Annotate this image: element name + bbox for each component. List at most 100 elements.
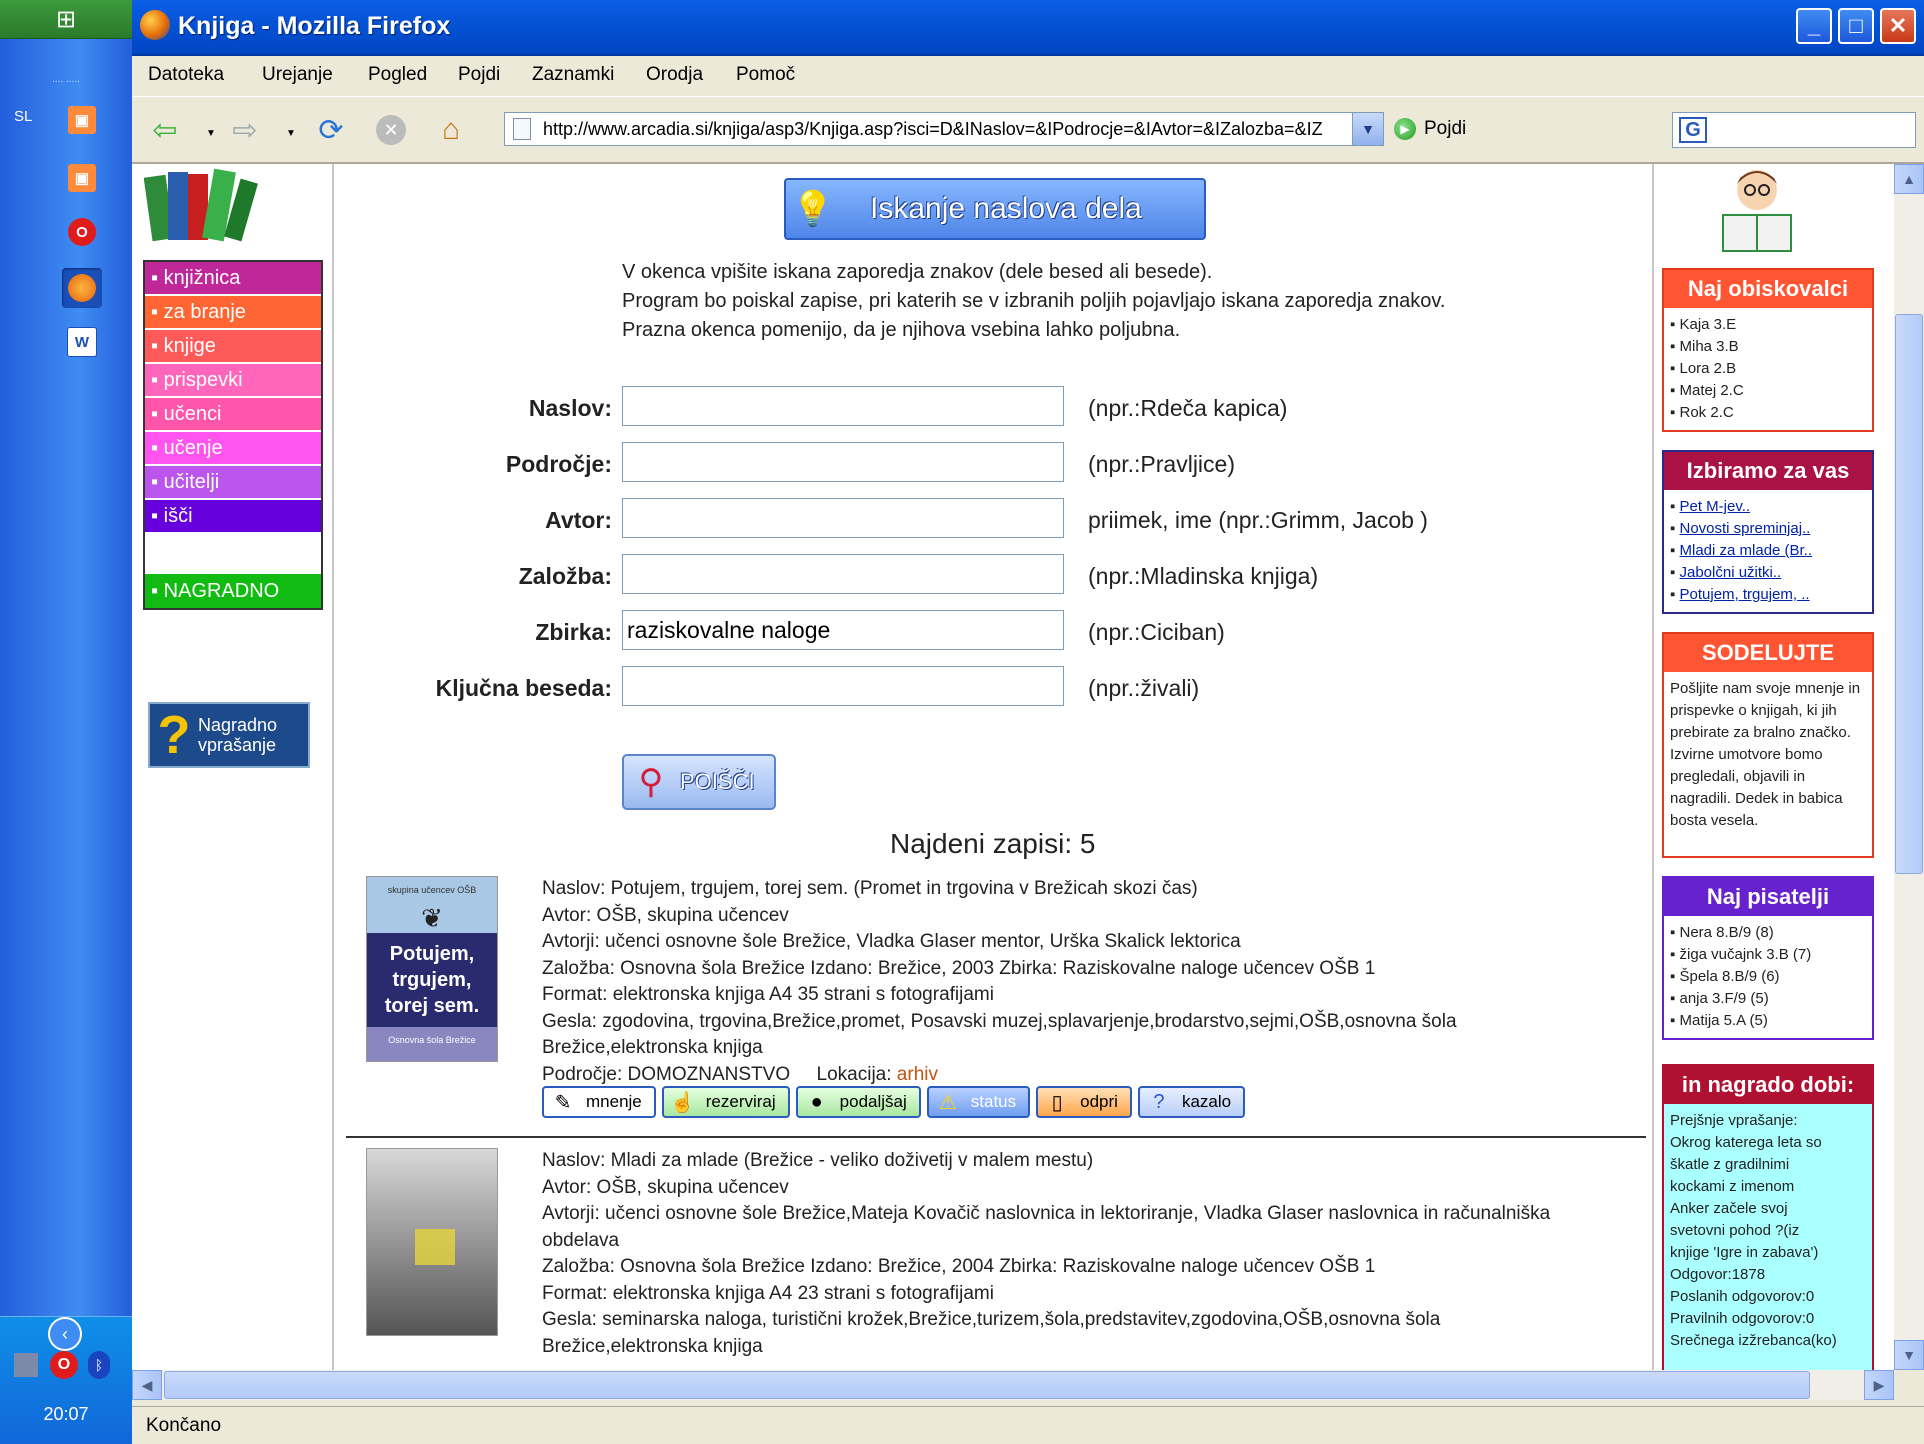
bluetooth-icon[interactable]: ᛒ: [88, 1351, 110, 1379]
avtor-input[interactable]: [622, 498, 1064, 538]
scroll-right-icon[interactable]: ▶: [1864, 1370, 1894, 1400]
horizontal-scroll-thumb[interactable]: [164, 1371, 1810, 1399]
question-icon: ?: [157, 705, 191, 765]
close-button[interactable]: ✕: [1880, 8, 1916, 44]
odpri-label: odpri: [1080, 1092, 1118, 1111]
kazalo-label: kazalo: [1181, 1092, 1232, 1111]
menu-file[interactable]: Datoteka: [148, 64, 224, 86]
menu-bookmarks[interactable]: Zaznamki: [532, 64, 614, 86]
writer-item: ▪ Špela 8.B/9 (6): [1670, 968, 1780, 985]
top-visitors-box: Naj obiskovalci ▪ Kaja 3.E ▪ Miha 3.B ▪ …: [1662, 268, 1874, 432]
search-button[interactable]: ⚲ POIŠČI: [622, 754, 776, 810]
help-icon: ?: [1153, 1090, 1165, 1113]
prize-question-badge[interactable]: ? Nagradno vprašanje: [148, 702, 310, 768]
nav-knjiznica[interactable]: ▪ knjižnica: [145, 262, 321, 296]
nav-isci[interactable]: ▪ išči: [145, 500, 321, 534]
taskbar-button-firefox[interactable]: [62, 268, 102, 308]
kljucna-beseda-input[interactable]: [622, 666, 1064, 706]
pick-link[interactable]: Novosti spreminjaj..: [1680, 520, 1811, 537]
nav-nagradno[interactable]: ▪ NAGRADNO: [145, 574, 321, 608]
zalozba-input[interactable]: [622, 554, 1064, 594]
navigation-toolbar: ⇦ ▼ ⇨ ▼ ⟳ ✕ ⌂ http://www.arcadia.si/knji…: [132, 98, 1924, 164]
field-hint: priimek, ime (npr.:Grimm, Jacob ): [1088, 507, 1428, 533]
field-zbirka: Zbirka: (npr.:Ciciban): [342, 610, 1342, 650]
reload-button[interactable]: ⟳: [310, 110, 352, 150]
minimize-button[interactable]: _: [1796, 8, 1832, 44]
taskbar-button-powerpoint-1[interactable]: ▣: [62, 100, 102, 140]
record-authors-cont: obdelava: [542, 1229, 620, 1251]
box-title: SODELUJTE: [1664, 634, 1872, 672]
nav-ucenci[interactable]: ▪ učenci: [145, 398, 321, 432]
scroll-down-icon[interactable]: ▼: [1894, 1340, 1924, 1370]
back-dropdown-icon[interactable]: ▼: [206, 128, 216, 139]
menu-edit[interactable]: Urejanje: [262, 64, 333, 86]
hand-icon: ☝: [670, 1091, 696, 1114]
book-cover[interactable]: skupina učencev OŠB ❦ Potujem, trgujem, …: [366, 876, 498, 1062]
network-icon[interactable]: [14, 1353, 38, 1377]
go-button[interactable]: ▶ Pojdi: [1394, 114, 1466, 144]
menu-view[interactable]: Pogled: [368, 64, 427, 86]
vertical-scroll-thumb[interactable]: [1895, 314, 1923, 874]
rezerviraj-button[interactable]: ☝ rezerviraj: [661, 1086, 790, 1118]
menu-help[interactable]: Pomoč: [736, 64, 795, 86]
pick-link[interactable]: Mladi za mlade (Br..: [1680, 542, 1813, 559]
mnenje-button[interactable]: ✎ mnenje: [542, 1086, 656, 1118]
address-bar[interactable]: http://www.arcadia.si/knjiga/asp3/Knjiga…: [504, 112, 1384, 146]
back-button[interactable]: ⇦: [144, 110, 186, 150]
address-dropdown-icon[interactable]: ▼: [1352, 113, 1383, 145]
nav-knjige[interactable]: ▪ knjige: [145, 330, 321, 364]
kazalo-button[interactable]: ? kazalo: [1137, 1086, 1246, 1118]
menu-go[interactable]: Pojdi: [458, 64, 500, 86]
stop-button[interactable]: ✕: [370, 110, 412, 150]
field-label: Založba:: [518, 563, 612, 589]
menu-tools[interactable]: Orodja: [646, 64, 703, 86]
naslov-input[interactable]: [622, 386, 1064, 426]
prize-line: Pravilnih odgovorov:0: [1670, 1310, 1815, 1327]
record-separator: [346, 1136, 1646, 1138]
taskbar-button-opera[interactable]: O: [62, 212, 102, 252]
maximize-button[interactable]: □: [1838, 8, 1874, 44]
window-title: Knjiga - Mozilla Firefox: [178, 12, 451, 40]
tray-expand-icon[interactable]: ‹: [48, 1317, 82, 1351]
nav-prispevki[interactable]: ▪ prispevki: [145, 364, 321, 398]
pick-link[interactable]: Potujem, trgujem, ..: [1680, 586, 1810, 603]
pick-link[interactable]: Jabolčni užitki..: [1680, 564, 1782, 581]
language-indicator[interactable]: SL: [14, 108, 32, 125]
taskbar-button-powerpoint-2[interactable]: ▣: [62, 158, 102, 198]
visitor-item: ▪ Kaja 3.E: [1670, 316, 1737, 333]
field-avtor: Avtor: priimek, ime (npr.:Grimm, Jacob ): [342, 498, 1428, 538]
home-button[interactable]: ⌂: [430, 110, 472, 150]
clock[interactable]: 20:07: [0, 1404, 132, 1425]
podrocje-input[interactable]: [622, 442, 1064, 482]
address-text[interactable]: http://www.arcadia.si/knjiga/asp3/Knjiga…: [543, 119, 1323, 140]
cover-bottom-text: Osnovna šola Brežice: [388, 1035, 476, 1045]
nav-za-branje[interactable]: ▪ za branje: [145, 296, 321, 330]
vertical-scrollbar[interactable]: ▲ ▼: [1894, 164, 1924, 1370]
record-podrocje: Področje: DOMOZNANSTVO: [542, 1063, 791, 1085]
nav-ucitelji[interactable]: ▪ učitelji: [145, 466, 321, 500]
zbirka-input[interactable]: [622, 610, 1064, 650]
start-button[interactable]: ⊞: [0, 0, 132, 39]
forward-button[interactable]: ⇨: [224, 110, 266, 150]
nav-ucenje[interactable]: ▪ učenje: [145, 432, 321, 466]
box-body: Pošljite nam svoje mnenje in prispevke o…: [1670, 680, 1861, 829]
book-cover[interactable]: [366, 1148, 498, 1336]
scroll-left-icon[interactable]: ◀: [132, 1370, 162, 1400]
title-bar[interactable]: Knjiga - Mozilla Firefox _ □ ✕: [132, 0, 1924, 56]
opera-tray-icon[interactable]: O: [50, 1351, 78, 1379]
scroll-up-icon[interactable]: ▲: [1894, 164, 1924, 194]
search-engine-icon[interactable]: G: [1679, 117, 1707, 143]
odpri-button[interactable]: ▯ odpri: [1036, 1086, 1132, 1118]
status-button[interactable]: ⚠ status: [926, 1086, 1031, 1118]
taskbar-button-word[interactable]: W: [62, 322, 102, 362]
horizontal-scrollbar[interactable]: ◀ ▶: [132, 1370, 1894, 1400]
record-location[interactable]: arhiv: [897, 1064, 938, 1085]
podaljsaj-button[interactable]: ● podaljšaj: [795, 1086, 921, 1118]
prize-question-label: Nagradno vprašanje: [198, 715, 277, 755]
pick-link[interactable]: Pet M-jev..: [1680, 498, 1751, 515]
opera-icon: O: [68, 218, 96, 246]
search-box[interactable]: G: [1672, 112, 1916, 148]
firefox-icon: [140, 10, 170, 40]
forward-dropdown-icon[interactable]: ▼: [286, 128, 296, 139]
status-text: Končano: [146, 1415, 222, 1436]
